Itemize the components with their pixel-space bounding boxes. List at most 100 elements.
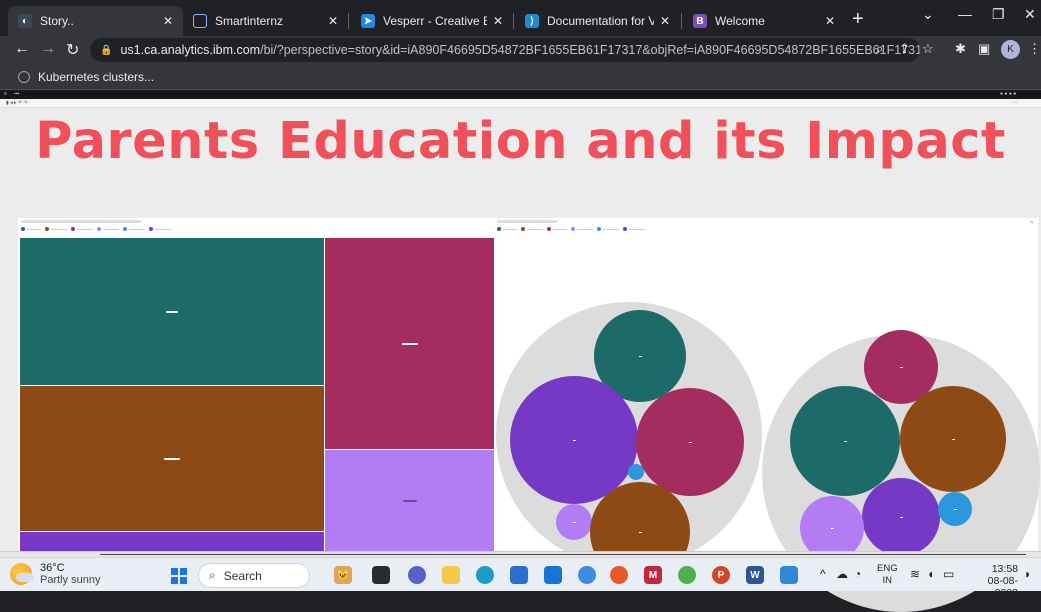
tab-label: Vesperr - Creative Bootstrap	[383, 14, 487, 28]
region-code: IN	[882, 575, 893, 586]
close-window-icon[interactable]: ✕	[1024, 6, 1036, 23]
story-toolbar-right[interactable]: ▫ ▫	[1012, 100, 1017, 106]
treemap-tile-brown[interactable]	[20, 386, 324, 531]
legend-swatch	[547, 227, 567, 231]
tab-label: Welcome	[715, 14, 765, 28]
windows-start-icon[interactable]	[171, 568, 187, 584]
bubble-brown[interactable]	[900, 386, 1006, 492]
language-code: ENG	[877, 563, 898, 574]
treemap-tile-purple[interactable]	[20, 532, 324, 551]
vscode-icon: ⟩	[525, 14, 539, 28]
outlook-icon[interactable]	[544, 566, 562, 584]
legend-swatch	[497, 227, 517, 231]
bubble-chart-panel[interactable]: ✕	[494, 218, 1040, 612]
bubble-purple[interactable]	[862, 478, 940, 556]
tab-label: Smartinternz	[215, 14, 284, 28]
tab-story[interactable]: ◐ Story.. ✕	[8, 6, 183, 36]
bootstrap-icon: B	[693, 14, 707, 28]
legend-swatch	[623, 227, 645, 231]
close-tab-icon[interactable]: ✕	[660, 14, 670, 28]
file-explorer-icon[interactable]	[442, 566, 460, 584]
edge-icon[interactable]	[476, 566, 494, 584]
legend-swatch	[123, 227, 145, 231]
vesperr-icon: ➤	[361, 14, 375, 28]
profile-avatar[interactable]: K	[1001, 40, 1020, 59]
reload-icon[interactable]: ↻	[66, 40, 79, 60]
bubble-teal[interactable]	[790, 386, 900, 496]
language-indicator[interactable]: ENG IN	[877, 563, 898, 587]
firefox-icon[interactable]	[610, 566, 628, 584]
share-icon[interactable]: ⇪	[899, 41, 910, 57]
cat-widget-icon[interactable]: 🐱	[334, 566, 352, 584]
bookmark-kubernetes[interactable]: Kubernetes clusters...	[18, 70, 154, 84]
bubble-blue[interactable]	[938, 492, 972, 526]
antivirus-icon[interactable]: M	[644, 566, 662, 584]
taskbar-search[interactable]: ⌕ Search	[198, 563, 310, 588]
search-label: Search	[223, 568, 262, 583]
chrome-icon[interactable]	[678, 566, 696, 584]
battery-icon[interactable]: ▭	[943, 567, 954, 581]
ibm-cognos-icon: ◐	[18, 14, 32, 28]
tab-vscode-docs[interactable]: ⟩ Documentation for Visual St ✕	[515, 6, 680, 36]
weather-widget[interactable]: 36°C Partly sunny	[10, 562, 101, 586]
system-clock[interactable]: 13:58 08-08-2023	[966, 563, 1018, 599]
tray-overflow-chevron-icon[interactable]: ^	[820, 567, 826, 581]
restore-icon[interactable]: ❐	[992, 6, 1005, 23]
word-icon[interactable]: W	[746, 566, 764, 584]
tab-label: Documentation for Visual St	[547, 14, 654, 28]
minimize-icon[interactable]: —	[958, 6, 972, 22]
url-path: /bi/?perspective=story&id=iA890F46695D54…	[260, 43, 920, 57]
onedrive-icon[interactable]: ☁	[836, 567, 848, 581]
bubble-lavender[interactable]	[556, 504, 592, 540]
bubble-purple[interactable]	[510, 376, 638, 504]
address-bar[interactable]: 🔒 us1.ca.analytics.ibm.com/bi/?perspecti…	[90, 38, 920, 62]
close-tab-icon[interactable]: ✕	[328, 14, 338, 28]
extensions-icon[interactable]: ✱	[955, 41, 966, 57]
header-right-icons[interactable]: ● ● ● ●	[1000, 91, 1016, 97]
browser-tab-strip: ◐ Story.. ✕ Smartinternz ✕ ➤ Vesperr - C…	[0, 0, 1041, 36]
tab-smartinternz[interactable]: Smartinternz ✕	[183, 6, 348, 36]
side-panel-icon[interactable]: ▣	[978, 41, 990, 57]
forward-icon[interactable]: →	[40, 40, 56, 58]
tab-vesperr[interactable]: ➤ Vesperr - Creative Bootstrap ✕	[351, 6, 513, 36]
app-logo: ▪▪▪	[14, 91, 20, 97]
menu-kebab-icon[interactable]: ⋮	[1028, 41, 1041, 57]
copilot-icon[interactable]	[578, 566, 596, 584]
microsoft-store-icon[interactable]	[510, 566, 528, 584]
bookmark-star-icon[interactable]: ☆	[922, 41, 934, 57]
tab-label: Story..	[40, 14, 74, 28]
wifi-icon[interactable]: ≋	[910, 567, 920, 581]
close-tab-icon[interactable]: ✕	[825, 14, 835, 28]
powerpoint-icon[interactable]: P	[712, 566, 730, 584]
treemap-tile-teal[interactable]	[20, 238, 324, 385]
notifications-icon[interactable]: ◗	[1024, 567, 1031, 581]
story-canvas: Parents Education and its Impact ✕	[0, 108, 1041, 612]
bubble-blue[interactable]	[628, 464, 644, 480]
meet-now-icon[interactable]: ◔	[854, 567, 861, 581]
back-icon[interactable]: ←	[14, 40, 30, 58]
panel-title-bar	[497, 220, 557, 223]
tab-welcome[interactable]: B Welcome ✕	[683, 6, 845, 36]
hamburger-icon[interactable]: ≡	[4, 91, 7, 97]
close-tab-icon[interactable]: ✕	[493, 14, 503, 28]
zoom-icon[interactable]: ⌕	[876, 41, 883, 57]
treemap-tile-lavender[interactable]	[325, 450, 494, 551]
task-view-icon[interactable]	[372, 566, 390, 584]
photos-icon[interactable]	[780, 566, 798, 584]
legend-swatch	[45, 227, 67, 231]
treemap-tile-magenta[interactable]	[325, 238, 494, 449]
panel-close-icon[interactable]: ✕	[1030, 220, 1034, 226]
panel-title-bar	[21, 220, 141, 223]
treemap-legend	[21, 227, 171, 231]
treemap-panel[interactable]	[18, 218, 494, 551]
close-tab-icon[interactable]: ✕	[163, 14, 173, 28]
bubble-magenta[interactable]	[636, 388, 744, 496]
tab-search-chevron-icon[interactable]: ⌄	[922, 6, 934, 23]
teams-chat-icon[interactable]	[408, 566, 426, 584]
tab-separator	[513, 13, 514, 29]
new-tab-icon[interactable]: +	[852, 8, 864, 31]
story-toolbar-icons[interactable]: ▮ ◂ ▸ ↶ ↷	[6, 100, 28, 106]
volume-icon[interactable]: ◖	[927, 567, 934, 581]
smartinternz-icon	[193, 14, 207, 28]
clock-date: 08-08-2023	[987, 575, 1018, 599]
